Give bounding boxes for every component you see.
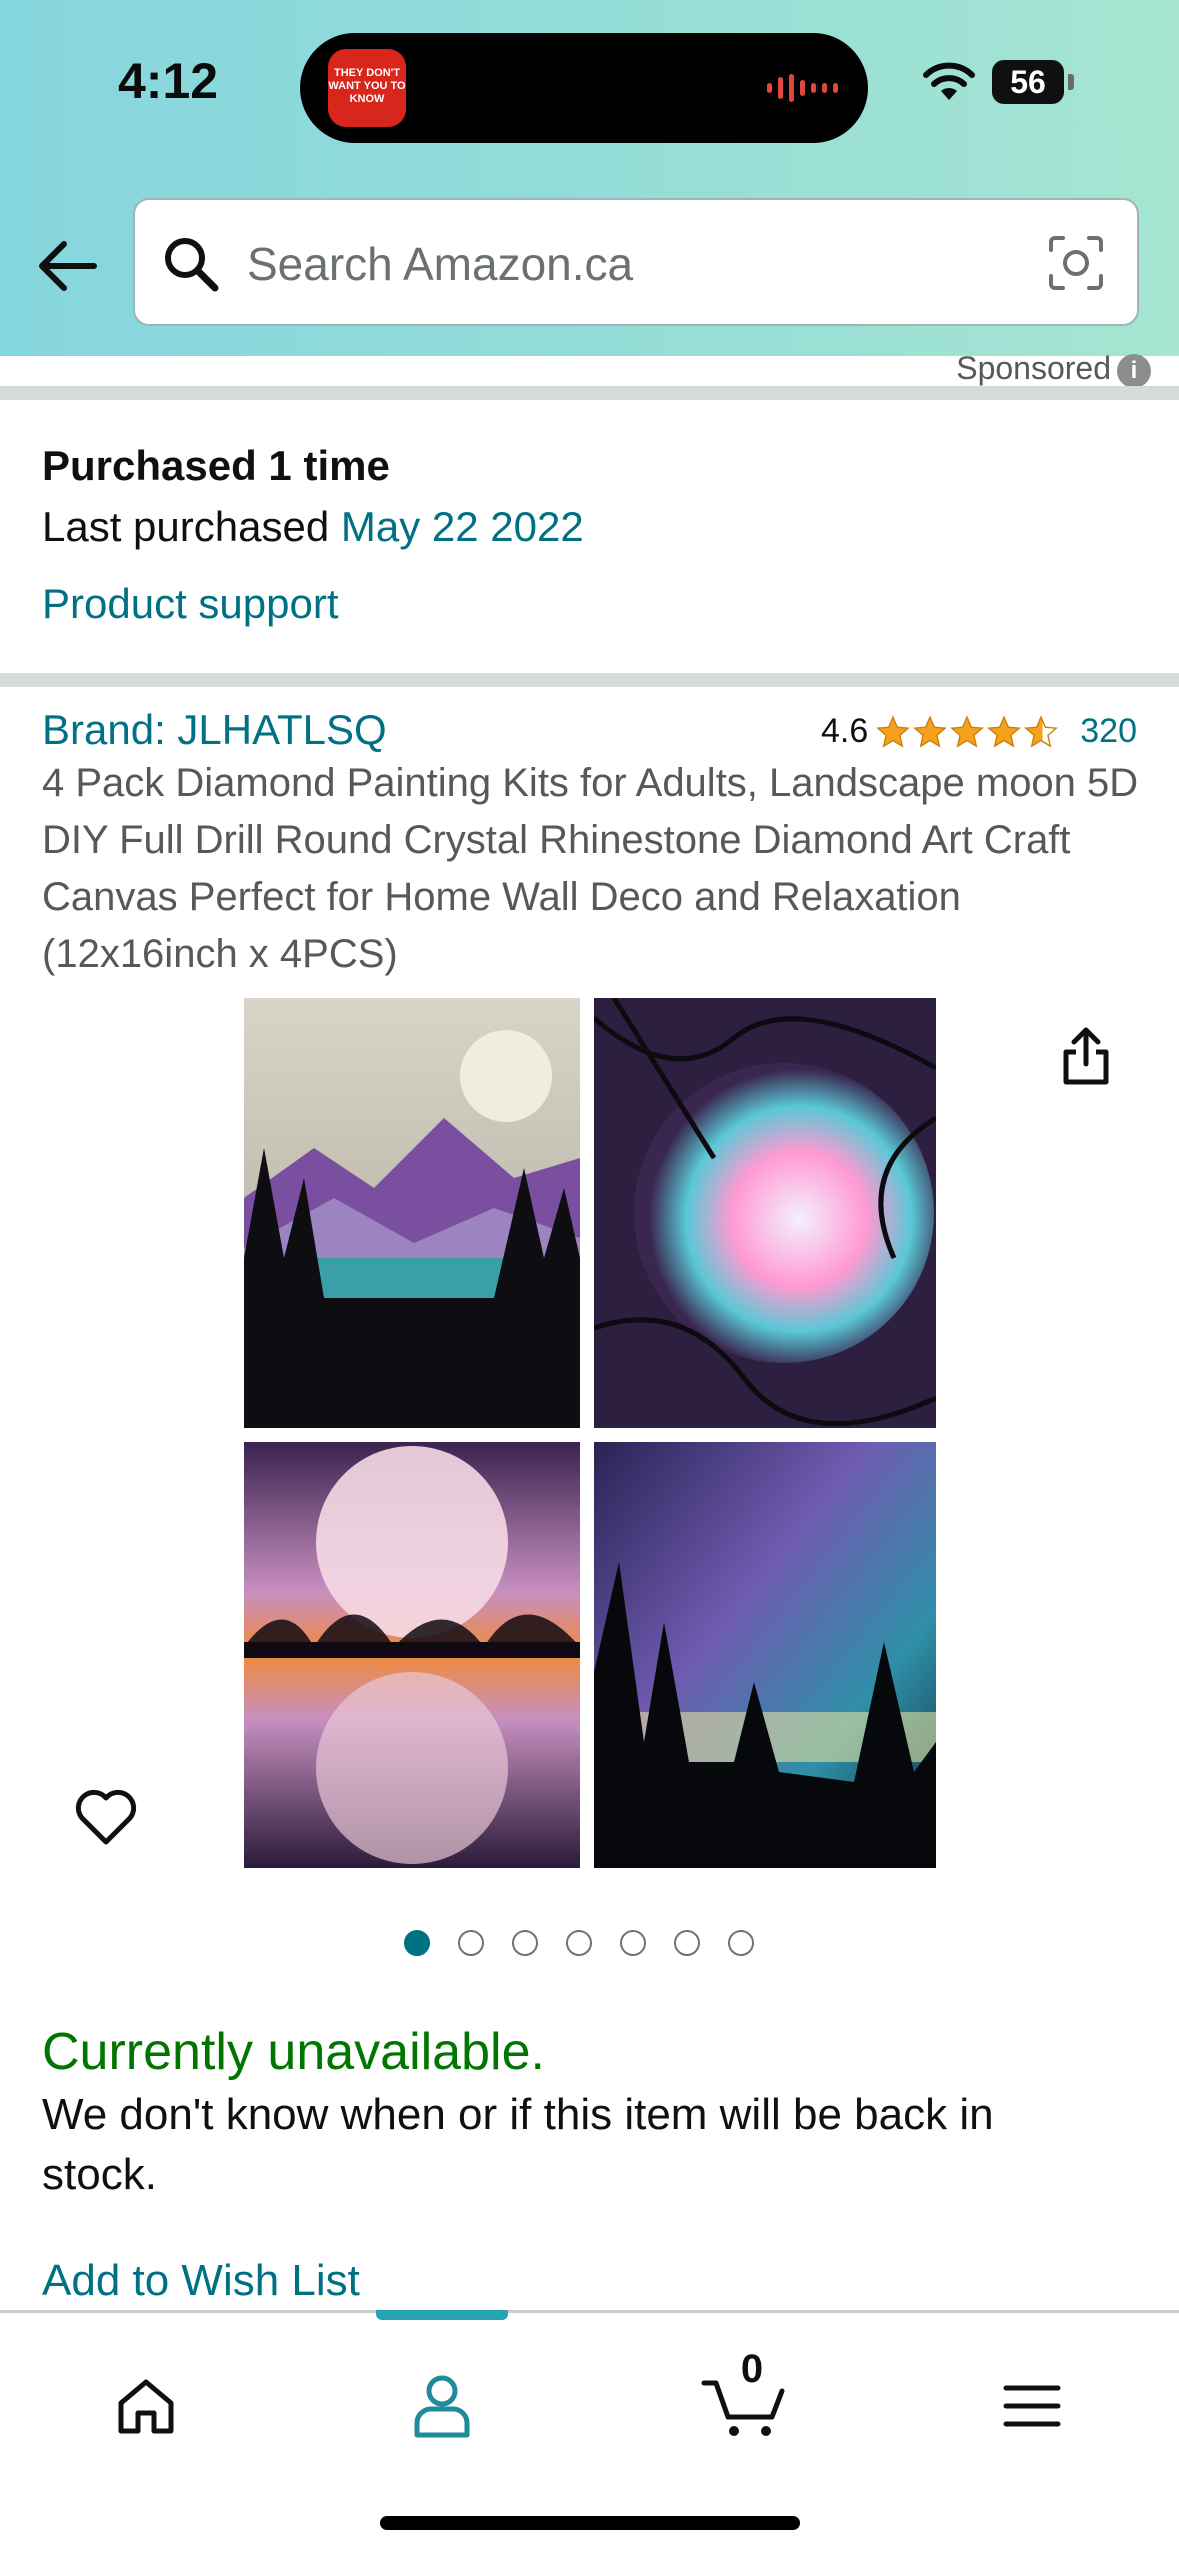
share-icon[interactable] (1058, 1024, 1114, 1088)
sponsored-label[interactable]: Sponsored i (956, 350, 1151, 388)
carousel-dot[interactable] (620, 1930, 646, 1956)
product-support-link[interactable]: Product support (42, 580, 339, 628)
camera-scan-icon[interactable] (1047, 234, 1105, 292)
star-full-icon (950, 714, 985, 748)
carousel-dot[interactable] (458, 1930, 484, 1956)
active-tab-indicator (376, 2310, 508, 2320)
last-purchased: Last purchased May 22 2022 (42, 503, 584, 551)
carousel-dot[interactable] (674, 1930, 700, 1956)
last-purchased-date-link[interactable]: May 22 2022 (341, 503, 584, 550)
star-full-icon (987, 714, 1022, 748)
carousel-dot[interactable] (404, 1930, 430, 1956)
carousel-dot[interactable] (512, 1930, 538, 1956)
search-icon (165, 238, 219, 292)
audio-wave-icon (767, 73, 838, 103)
search-input[interactable] (245, 230, 1049, 298)
battery-indicator: 56 (992, 60, 1064, 104)
home-icon (118, 2379, 174, 2434)
purchased-count: Purchased 1 time (42, 442, 390, 489)
wifi-icon (923, 62, 975, 100)
tab-cart[interactable]: 0 (680, 2347, 810, 2461)
section-divider (0, 673, 1179, 687)
product-title: 4 Pack Diamond Painting Kits for Adults,… (42, 761, 1139, 976)
availability-status: Currently unavailable. (42, 2023, 545, 2081)
collage-image-night-lake-forest (594, 1442, 936, 1868)
sponsored-text: Sponsored (956, 350, 1111, 386)
last-purchased-label: Last purchased (42, 503, 330, 550)
star-rating (876, 714, 1059, 749)
cart-count-badge: 0 (740, 2347, 764, 2391)
review-count[interactable]: 320 (1080, 712, 1137, 751)
rating-summary[interactable]: 4.6 320 (821, 712, 1137, 751)
info-icon[interactable]: i (1117, 353, 1151, 388)
star-full-icon (913, 714, 948, 748)
tab-menu[interactable] (972, 2351, 1092, 2461)
account-icon (414, 2375, 470, 2438)
carousel-dot[interactable] (728, 1930, 754, 1956)
back-arrow-icon[interactable] (36, 236, 98, 296)
home-indicator[interactable] (380, 2516, 800, 2530)
add-to-wish-list-link[interactable]: Add to Wish List (42, 2256, 360, 2306)
collage-image-galaxy-moon (594, 998, 936, 1428)
brand-link[interactable]: Brand: JLHATLSQ (42, 706, 387, 754)
tab-account[interactable] (382, 2351, 502, 2461)
product-image-gallery[interactable] (244, 998, 936, 1868)
carousel-dot[interactable] (566, 1930, 592, 1956)
tab-home[interactable] (86, 2351, 206, 2461)
collage-image-pink-moon-reflection (244, 1442, 580, 1868)
search-bar[interactable] (133, 198, 1139, 326)
dynamic-island: THEY DON'T WANT YOU TO KNOW (300, 33, 868, 143)
image-carousel-dots[interactable] (404, 1930, 754, 1956)
collage-image-mountain-moon (244, 998, 580, 1428)
rating-value: 4.6 (821, 712, 869, 750)
app-header: 4:12 THEY DON'T WANT YOU TO KNOW 56 (0, 0, 1179, 356)
battery-tip (1068, 74, 1074, 90)
now-playing-app-icon: THEY DON'T WANT YOU TO KNOW (328, 49, 406, 127)
menu-icon (1003, 2385, 1061, 2427)
island-app-text: THEY DON'T WANT YOU TO KNOW (328, 67, 406, 105)
star-full-icon (876, 714, 911, 748)
heart-icon[interactable] (74, 1788, 138, 1846)
status-time: 4:12 (118, 53, 219, 109)
star-half-icon (1024, 714, 1059, 748)
availability-message: We don't know when or if this item will … (42, 2090, 994, 2199)
section-divider (0, 386, 1179, 400)
